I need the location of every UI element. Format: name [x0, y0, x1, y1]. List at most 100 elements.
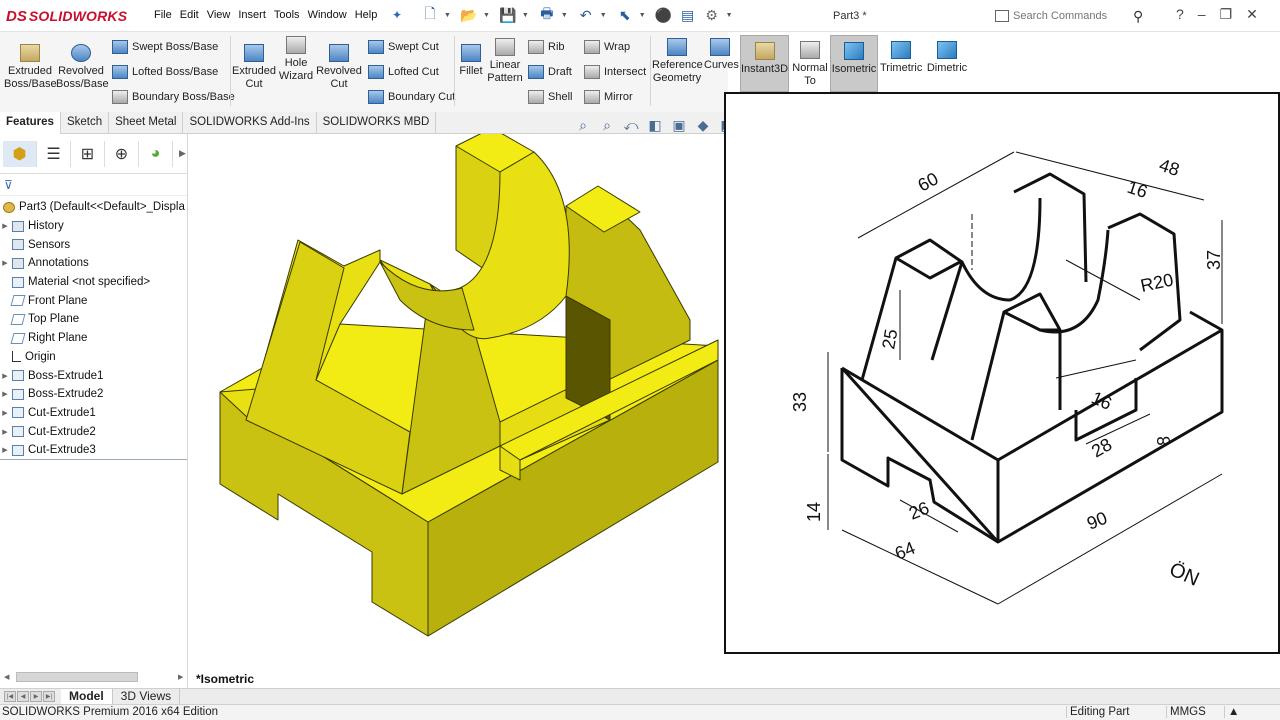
fillet-button[interactable]: Fillet: [458, 44, 484, 78]
intersect-button[interactable]: Intersect: [584, 65, 646, 79]
options-gear-icon[interactable]: ⚙: [702, 5, 722, 25]
scrollbar-thumb[interactable]: [16, 672, 138, 682]
tree-item-sensors[interactable]: Sensors: [0, 235, 187, 254]
swept-cut-button[interactable]: Swept Cut: [368, 40, 439, 54]
chevron-down-icon[interactable]: ▼: [522, 12, 529, 19]
restore-icon[interactable]: ❐: [1220, 6, 1233, 23]
configuration-manager-tab-icon[interactable]: ⊞: [71, 140, 105, 167]
menu-tools[interactable]: Tools: [270, 9, 304, 21]
tree-item-history[interactable]: ▶ History: [0, 217, 187, 236]
tree-item-cut-extrude3[interactable]: ▶ Cut-Extrude3: [0, 441, 187, 460]
expand-arrow-icon[interactable]: ▶: [0, 446, 10, 454]
menu-window[interactable]: Window: [304, 9, 351, 21]
feature-manager-tab-icon[interactable]: ⬢: [3, 140, 37, 167]
zoom-to-fit-icon[interactable]: ⌕: [573, 117, 593, 135]
revolved-cut-button[interactable]: Revolved Cut: [316, 44, 362, 91]
tree-filter[interactable]: ⊽: [0, 174, 187, 196]
tree-item-cut-extrude1[interactable]: ▶ Cut-Extrude1: [0, 404, 187, 423]
scroll-right-icon[interactable]: ▶: [178, 673, 183, 681]
zoom-to-area-icon[interactable]: ⌕: [597, 117, 617, 135]
trimetric-view-button[interactable]: Trimetric: [880, 41, 922, 75]
view-orientation-icon[interactable]: ▣: [669, 117, 689, 135]
boundary-boss-button[interactable]: Boundary Boss/Base: [112, 90, 235, 104]
menu-view[interactable]: View: [203, 9, 235, 21]
revolved-boss-button[interactable]: Revolved Boss/Base: [56, 44, 109, 91]
rollback-bar[interactable]: [0, 459, 187, 460]
first-tab-icon[interactable]: |◀: [4, 691, 16, 702]
tree-item-material[interactable]: Material <not specified>: [0, 273, 187, 292]
curves-button[interactable]: Curves: [704, 38, 739, 72]
instant3d-button[interactable]: Instant3D: [740, 35, 789, 92]
extruded-boss-button[interactable]: Extruded Boss/Base: [4, 44, 57, 91]
mirror-button[interactable]: Mirror: [584, 90, 633, 104]
next-tab-icon[interactable]: ▶: [30, 691, 42, 702]
tab-model[interactable]: Model: [61, 688, 113, 705]
tree-item-origin[interactable]: Origin: [0, 348, 187, 367]
hole-wizard-button[interactable]: Hole Wizard: [276, 36, 316, 83]
expand-arrow-icon[interactable]: ▶: [0, 428, 10, 436]
section-view-icon[interactable]: ◧: [645, 117, 665, 135]
swept-boss-button[interactable]: Swept Boss/Base: [112, 40, 218, 54]
display-manager-tab-icon[interactable]: ◕: [139, 140, 173, 167]
search-input[interactable]: [1013, 10, 1133, 22]
menu-edit[interactable]: Edit: [176, 9, 203, 21]
tree-item-boss-extrude2[interactable]: ▶ Boss-Extrude2: [0, 385, 187, 404]
tree-item-boss-extrude1[interactable]: ▶ Boss-Extrude1: [0, 366, 187, 385]
expand-arrow-icon[interactable]: ▶: [0, 259, 10, 267]
open-folder-icon[interactable]: 📂: [459, 5, 479, 25]
tab-sketch[interactable]: Sketch: [61, 112, 110, 134]
tab-sheet-metal[interactable]: Sheet Metal: [109, 112, 184, 134]
chevron-down-icon[interactable]: ▼: [600, 12, 607, 19]
units-selector[interactable]: MMGS: [1166, 706, 1206, 718]
dimetric-view-button[interactable]: Dimetric: [926, 41, 968, 75]
dimxpert-manager-tab-icon[interactable]: ⊕: [105, 140, 139, 167]
tab-features[interactable]: Features: [0, 112, 61, 134]
tree-item-annotations[interactable]: ▶ Annotations: [0, 254, 187, 273]
display-style-icon[interactable]: ◆: [693, 117, 713, 135]
tree-item-cut-extrude2[interactable]: ▶ Cut-Extrude2: [0, 422, 187, 441]
chevron-up-icon[interactable]: ▲: [1224, 706, 1239, 718]
chevron-down-icon[interactable]: ▼: [561, 12, 568, 19]
menu-insert[interactable]: Insert: [234, 9, 270, 21]
minimize-icon[interactable]: –: [1198, 6, 1206, 23]
tab-addins[interactable]: SOLIDWORKS Add-Ins: [183, 112, 317, 134]
pin-icon[interactable]: ✦: [392, 8, 402, 22]
isometric-view-button[interactable]: Isometric: [830, 35, 878, 92]
last-tab-icon[interactable]: ▶|: [43, 691, 55, 702]
close-icon[interactable]: ✕: [1246, 6, 1258, 23]
model-3d-isometric[interactable]: [190, 127, 726, 688]
lofted-boss-button[interactable]: Lofted Boss/Base: [112, 65, 218, 79]
expand-arrow-icon[interactable]: ▶: [0, 390, 10, 398]
tree-root-part[interactable]: Part3 (Default<<Default>_Displa: [0, 198, 187, 217]
chevron-down-icon[interactable]: ▼: [444, 12, 451, 19]
expand-arrow-icon[interactable]: ▶: [0, 372, 10, 380]
select-cursor-icon[interactable]: ⬉: [615, 5, 635, 25]
menu-file[interactable]: File: [150, 9, 176, 21]
linear-pattern-button[interactable]: Linear Pattern: [486, 38, 524, 85]
boundary-cut-button[interactable]: Boundary Cut: [368, 90, 455, 104]
menu-help[interactable]: Help: [351, 9, 382, 21]
tree-item-top-plane[interactable]: Top Plane: [0, 310, 187, 329]
expand-arrow-icon[interactable]: ▶: [0, 409, 10, 417]
rib-button[interactable]: Rib: [528, 40, 565, 54]
panel-horizontal-scrollbar[interactable]: ◀ ▶: [2, 670, 186, 684]
scroll-left-icon[interactable]: ◀: [4, 673, 9, 681]
rebuild-traffic-light-icon[interactable]: ⚫: [654, 5, 674, 25]
new-document-icon[interactable]: 🗋: [420, 5, 440, 25]
tree-item-front-plane[interactable]: Front Plane: [0, 291, 187, 310]
draft-button[interactable]: Draft: [528, 65, 572, 79]
solidworks-logo[interactable]: DS SOLIDWORKS: [6, 5, 127, 27]
tab-mbd[interactable]: SOLIDWORKS MBD: [317, 112, 437, 134]
chevron-down-icon[interactable]: ▼: [483, 12, 490, 19]
previous-view-icon[interactable]: ⤺: [621, 117, 641, 135]
graphics-area[interactable]: [190, 127, 726, 688]
tree-item-right-plane[interactable]: Right Plane: [0, 329, 187, 348]
chevron-down-icon[interactable]: ▼: [639, 12, 646, 19]
help-icon[interactable]: ?: [1176, 6, 1184, 23]
wrap-button[interactable]: Wrap: [584, 40, 630, 54]
chevron-down-icon[interactable]: ▼: [726, 12, 733, 19]
normal-to-button[interactable]: Normal To: [792, 41, 828, 88]
lofted-cut-button[interactable]: Lofted Cut: [368, 65, 439, 79]
prev-tab-icon[interactable]: ◀: [17, 691, 29, 702]
expand-arrow-icon[interactable]: ▶: [0, 222, 10, 230]
